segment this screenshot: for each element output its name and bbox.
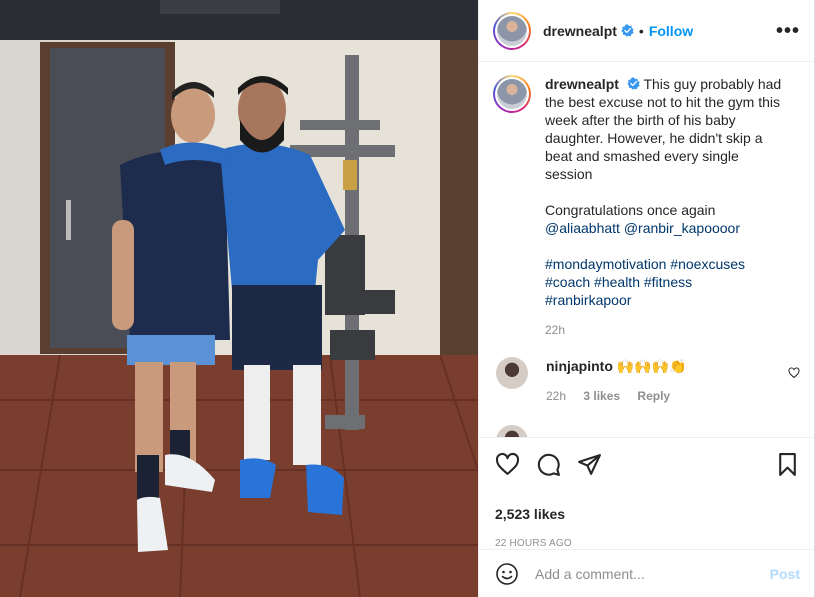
hashtag-link[interactable]: #health [594,274,640,290]
verified-badge-icon [621,24,634,37]
hashtag-link[interactable]: #coach [545,274,590,290]
comment-item: ninjapinto 🙌🙌🙌👏 22h 3 likes Reply [493,357,800,405]
commenter-username[interactable]: ninjapinto [546,358,613,374]
caption-hashtags: #mondaymotivation #noexcuses #coach #hea… [545,255,789,309]
comment-likes[interactable]: 3 likes [583,389,620,403]
likes-count[interactable]: 2,523 likes [495,506,800,522]
comment-composer: Post [479,549,814,597]
bookmark-icon[interactable] [775,452,800,477]
comment-time[interactable]: 22h [546,389,566,403]
gym-photo-illustration [0,0,478,597]
caption-username[interactable]: drewnealpt [545,76,619,92]
caption-avatar[interactable] [493,75,531,113]
share-icon[interactable] [577,452,602,477]
author-avatar[interactable] [493,11,531,50]
follow-button[interactable]: Follow [649,23,693,39]
author-username[interactable]: drewnealpt [543,23,617,39]
more-options-icon[interactable]: ••• [776,21,800,41]
caption-body: drewnealpt This guy probably had the bes… [545,75,789,339]
comment-meta: 22h 3 likes Reply [546,387,786,405]
heart-icon[interactable] [495,452,520,477]
reply-button[interactable]: Reply [637,389,670,403]
comment-input[interactable] [535,565,762,582]
hashtag-link[interactable]: #fitness [644,274,692,290]
comment-icon[interactable] [536,452,561,477]
mention-link[interactable]: @ranbir_kapoooor [624,220,740,236]
emoji-icon[interactable] [495,562,519,586]
caption: drewnealpt This guy probably had the bes… [493,75,800,339]
post-photo[interactable] [0,0,478,597]
comment-body: ninjapinto 🙌🙌🙌👏 22h 3 likes Reply [546,357,786,405]
post-actions: 2,523 likes 22 HOURS AGO [479,437,814,549]
caption-congrats: Congratulations once again [545,202,716,218]
post-details-panel: drewnealpt • Follow ••• drewnealpt This … [478,0,815,597]
hashtag-link[interactable]: #ranbirkapoor [545,292,631,308]
post-timestamp[interactable]: 22 HOURS AGO [495,538,800,549]
action-icon-bar [495,452,800,476]
comment-item-partial [493,425,800,437]
caption-time[interactable]: 22h [545,321,789,339]
dot-separator: • [638,22,644,39]
commenter-avatar[interactable] [496,425,528,437]
mention-link[interactable]: @aliaabhatt [545,220,620,236]
hashtag-link[interactable]: #mondaymotivation [545,256,666,272]
comment-like-heart-icon[interactable] [788,367,800,379]
post-header: drewnealpt • Follow ••• [479,0,814,62]
comments-section[interactable]: drewnealpt This guy probably had the bes… [479,63,814,437]
hashtag-link[interactable]: #noexcuses [670,256,745,272]
caption-congrats-paragraph: Congratulations once again @aliaabhatt @… [545,201,789,237]
commenter-avatar[interactable] [496,357,528,389]
post-comment-button[interactable]: Post [770,566,800,582]
verified-badge-icon [627,77,640,90]
comment-text: 🙌🙌🙌👏 [616,358,687,374]
